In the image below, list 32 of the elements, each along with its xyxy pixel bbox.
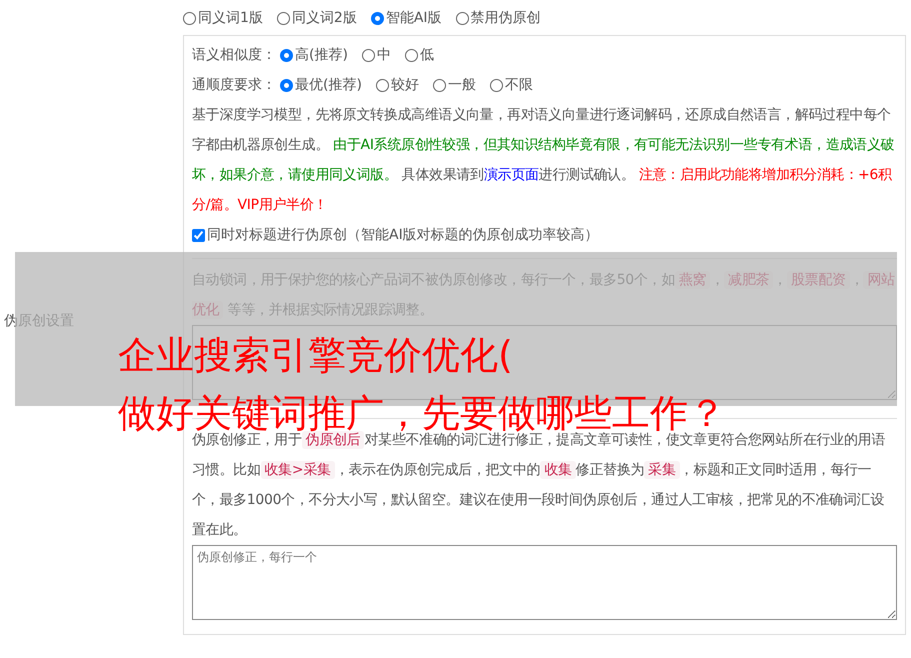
radio-button[interactable] [280,78,293,92]
radio-option[interactable]: 不限 [490,70,533,100]
radio-button[interactable] [280,48,293,62]
radio-button[interactable] [276,12,290,25]
radio-button[interactable] [183,12,196,25]
radio-button[interactable] [362,48,375,62]
radio-button[interactable] [456,12,469,25]
title-checkbox-option[interactable]: 同时对标题进行伪原创（智能AI版对标题的伪原创成功率较高） [192,220,599,250]
radio-option[interactable]: 中 [362,40,391,70]
radio-option[interactable]: 同义词1版 [183,8,263,29]
radio-option[interactable]: 最优(推荐) [280,70,362,100]
demo-page-link[interactable]: 演示页面 [484,167,539,183]
radio-option[interactable]: 高(推荐) [280,40,348,70]
radio-button[interactable] [490,78,503,92]
description-text: 伪原创修正，用于 伪原创后 对某些不准确的词汇进行修正，提高文章可读性，使文章更符合您网站所在行业的用语习惯。比如 收集>采集 ，表示在伪原创完成后，把文中的 收集 修正替换为 采集 ，标题和正文同时适用，每行一个，最多1000个，不分大小写，默认留空。建议在使用一段时间伪原创后，通过人工审核，把常见的不准确词汇设置在此。 [192,431,886,540]
radio-option[interactable]: 较好 [376,70,419,100]
radio-option[interactable]: 一般 [432,70,476,100]
field-label: 通顺度要求： [192,76,276,95]
radio-button[interactable] [370,12,384,25]
radio-option[interactable]: 低 [404,40,434,70]
radio-button[interactable] [376,78,389,92]
radio-button[interactable] [404,48,418,62]
radio-option[interactable]: 同义词2版 [276,8,357,29]
radio-option[interactable]: 禁用伪原创 [456,8,541,29]
radio-option[interactable]: 智能AI版 [370,8,442,29]
overlay-title: 做好关键词推广，先要做哪些工作？ [118,394,726,432]
radio-button[interactable] [432,78,446,92]
overlay-title: 企业搜索引擎竞价优化( [118,336,513,374]
checkbox[interactable] [192,228,205,242]
text-area-field[interactable]: 伪原创修正，每行一个 [192,545,897,620]
field-label: 语义相似度： [192,46,276,65]
description-text: 基于深度学习模型，先将原文转换成高维语义向量，再对语义向量进行逐词解码，还原成自然语言，解码过程中每个字都由机器原创生成。 由于AI系统原创性较强，但其知识结构毕竟有限，有可能无法识别一些专有术语，造成语义破坏，如果介意，请使用同义词版。 具体效果请到演示页面进行测试确认。 注意：启用此功能将增加积分消耗：+6积分/篇。VIP用户半价！ [192,106,896,215]
